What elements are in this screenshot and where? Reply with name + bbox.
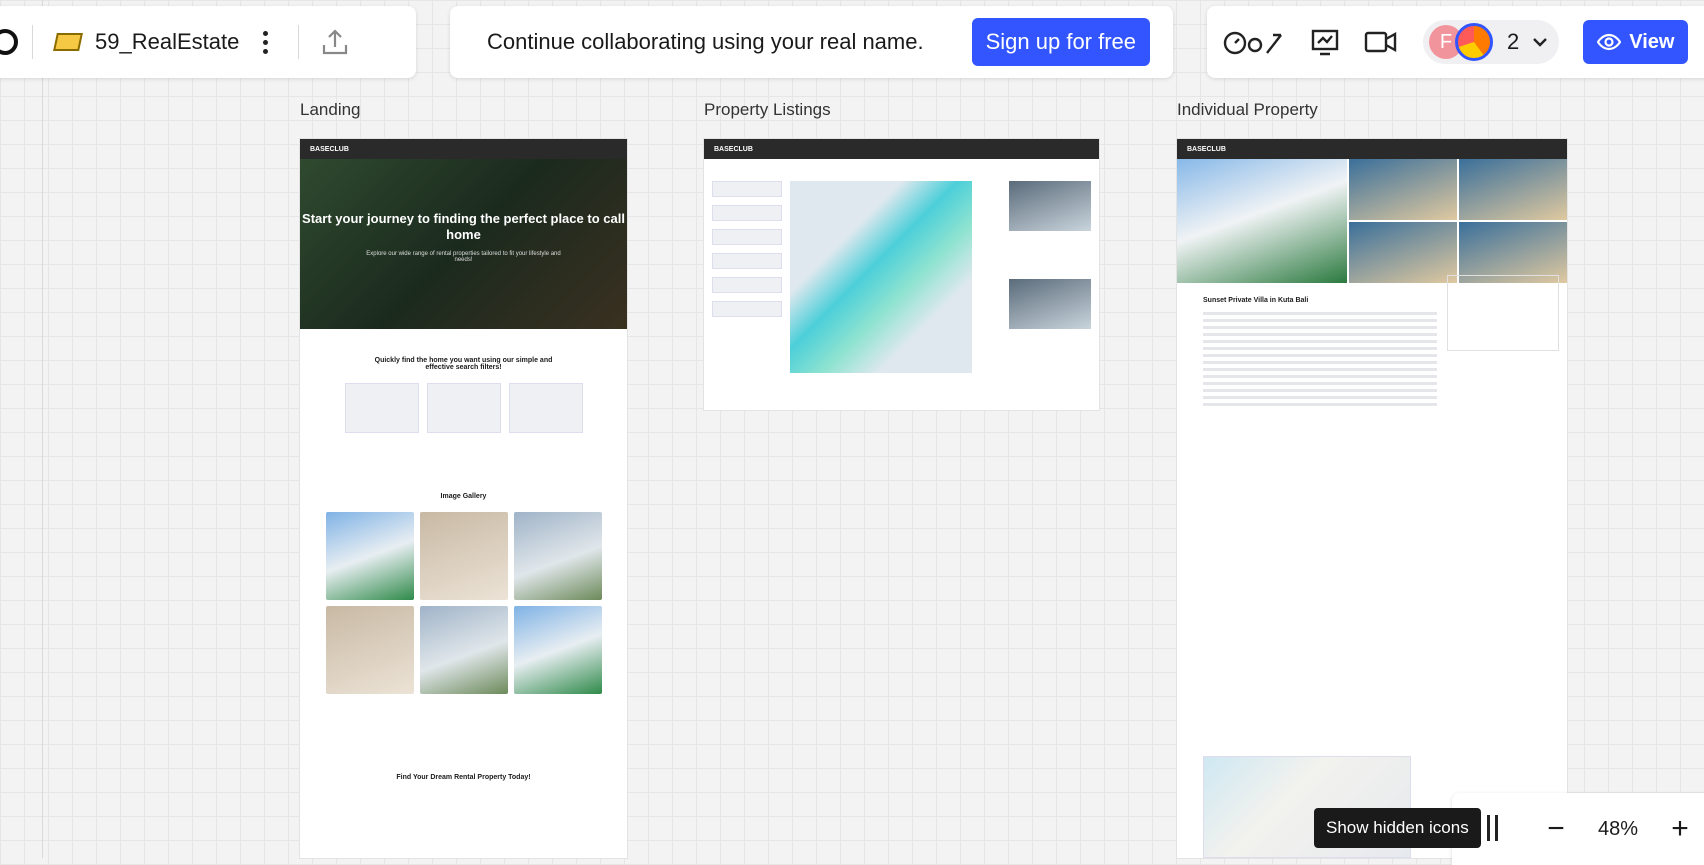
frame-label-individual-property[interactable]: Individual Property bbox=[1177, 100, 1318, 120]
share-upload-icon[interactable] bbox=[313, 20, 357, 64]
property-description bbox=[1203, 312, 1437, 406]
feature-cards bbox=[300, 383, 627, 433]
property-gallery bbox=[1177, 159, 1567, 283]
gallery-photo bbox=[325, 606, 414, 694]
frame-landing[interactable]: BASECLUB Start your journey to finding t… bbox=[300, 139, 627, 858]
site-logo: BASECLUB bbox=[714, 145, 753, 153]
avatar bbox=[1455, 23, 1493, 61]
gallery-photo bbox=[325, 512, 414, 600]
board-title[interactable]: 59_RealEstate bbox=[95, 29, 239, 55]
landing-hero: Start your journey to finding the perfec… bbox=[300, 159, 627, 329]
divider bbox=[298, 25, 300, 59]
frame-property-listings[interactable]: BASECLUB bbox=[704, 139, 1099, 410]
frame-label-property-listings[interactable]: Property Listings bbox=[704, 100, 831, 120]
collaborators-menu[interactable]: F 2 bbox=[1423, 20, 1560, 64]
view-button[interactable]: View bbox=[1583, 20, 1689, 64]
site-logo: BASECLUB bbox=[1187, 145, 1226, 153]
collaboration-message: Continue collaborating using your real n… bbox=[487, 29, 924, 54]
zoom-level[interactable]: 48% bbox=[1598, 818, 1638, 841]
listing-photo bbox=[1009, 181, 1091, 231]
miro-logo-icon[interactable] bbox=[0, 29, 18, 55]
collaborator-count: 2 bbox=[1507, 29, 1520, 54]
board-toolbar: 59_RealEstate bbox=[0, 6, 416, 78]
gallery-photo bbox=[513, 606, 602, 694]
frame-individual-property[interactable]: BASECLUB Sunset Private Villa in Kuta Ba… bbox=[1177, 139, 1567, 858]
feature-card bbox=[426, 383, 501, 433]
gallery-photo bbox=[513, 512, 602, 600]
view-button-label: View bbox=[1629, 30, 1675, 53]
board-emoji-icon[interactable] bbox=[53, 33, 83, 51]
mini-navbar: BASECLUB bbox=[704, 139, 1099, 159]
presentation-icon[interactable] bbox=[1303, 20, 1347, 64]
hero-subtitle: Explore our wide range of rental propert… bbox=[366, 251, 561, 263]
divider bbox=[32, 25, 33, 59]
hero-title: Start your journey to finding the perfec… bbox=[302, 211, 625, 242]
contact-card bbox=[1447, 275, 1559, 351]
canvas-guide-line bbox=[42, 0, 43, 858]
zoom-in-button[interactable]: + bbox=[1658, 812, 1702, 846]
eye-icon bbox=[1597, 33, 1622, 51]
property-main-photo bbox=[1177, 159, 1347, 283]
chevron-down-icon bbox=[1533, 38, 1548, 47]
property-photo-grid bbox=[1349, 159, 1567, 283]
video-call-icon[interactable] bbox=[1359, 20, 1403, 64]
gallery-photo bbox=[419, 512, 508, 600]
listing-photo bbox=[1009, 279, 1091, 329]
show-hidden-icons-tooltip: Show hidden icons bbox=[1314, 808, 1481, 848]
more-options-icon[interactable] bbox=[263, 30, 269, 54]
footer-cta-title: Find Your Dream Rental Property Today! bbox=[396, 774, 531, 781]
collaboration-toolbar: F 2 View bbox=[1207, 6, 1704, 78]
mini-navbar: BASECLUB bbox=[300, 139, 627, 159]
gallery-title: Image Gallery bbox=[440, 493, 487, 500]
listing-cards bbox=[1009, 181, 1091, 377]
feature-card bbox=[508, 383, 583, 433]
hidden-tool-icon[interactable] bbox=[1487, 815, 1498, 841]
reactions-icon[interactable] bbox=[1221, 20, 1291, 64]
search-section-title: Quickly find the home you want using our… bbox=[374, 357, 553, 371]
sign-up-button[interactable]: Sign up for free bbox=[971, 18, 1151, 66]
zoom-out-button[interactable]: − bbox=[1534, 812, 1578, 846]
signup-banner: Continue collaborating using your real n… bbox=[450, 6, 1173, 78]
gallery-photo bbox=[419, 606, 508, 694]
frame-label-landing[interactable]: Landing bbox=[300, 100, 361, 120]
listings-map bbox=[790, 181, 972, 373]
mini-navbar: BASECLUB bbox=[1177, 139, 1567, 159]
filter-sidebar bbox=[712, 181, 782, 325]
site-logo: BASECLUB bbox=[310, 145, 349, 153]
feature-card bbox=[344, 383, 419, 433]
image-gallery bbox=[300, 512, 627, 694]
